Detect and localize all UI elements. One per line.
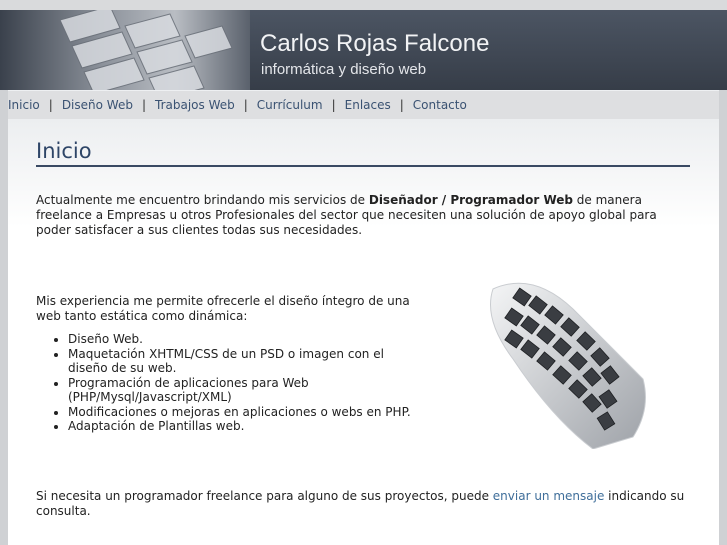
site-subtitle: informática y diseño web bbox=[261, 61, 427, 78]
nav-item-diseno-web[interactable]: Diseño Web bbox=[62, 98, 133, 112]
contact-paragraph: Si necesita un programador freelance par… bbox=[36, 489, 696, 519]
intro-bold-role: Diseñador / Programador Web bbox=[368, 193, 573, 207]
nav-item-contacto[interactable]: Contacto bbox=[413, 98, 467, 112]
nav-separator: | bbox=[331, 98, 336, 112]
nav-item-trabajos-web[interactable]: Trabajos Web bbox=[155, 98, 235, 112]
nav-separator: | bbox=[141, 98, 146, 112]
nav-item-curriculum[interactable]: Currículum bbox=[257, 98, 323, 112]
send-message-link[interactable]: enviar un mensaje bbox=[493, 489, 605, 503]
list-item: Maquetación XHTML/CSS de un PSD o imagen… bbox=[68, 347, 426, 376]
main-nav: Inicio | Diseño Web | Trabajos Web | Currículu… bbox=[8, 90, 719, 120]
list-item: Modificaciones o mejoras en aplicaciones… bbox=[68, 405, 426, 420]
list-item: Programación de aplicaciones para Web (P… bbox=[68, 376, 426, 405]
list-item: Adaptación de Plantillas web. bbox=[68, 419, 426, 434]
nav-separator: | bbox=[48, 98, 53, 112]
site-title: Carlos Rojas Falcone bbox=[260, 30, 490, 57]
intro-text-before: Actualmente me encuentro brindando mis s… bbox=[36, 193, 369, 207]
main-content: Inicio Actualmente me encuentro brindand… bbox=[8, 119, 719, 545]
keyboard-icon bbox=[473, 269, 653, 450]
site-header: Carlos Rojas Falcone informática y diseñ… bbox=[0, 10, 727, 90]
contact-text-before: Si necesita un programador freelance par… bbox=[36, 489, 493, 503]
list-item: Diseño Web. bbox=[68, 332, 426, 347]
nav-item-inicio[interactable]: Inicio bbox=[8, 98, 40, 112]
nav-separator: | bbox=[243, 98, 248, 112]
nav-separator: | bbox=[399, 98, 404, 112]
keyboard-photo-icon bbox=[0, 10, 250, 90]
nav-item-enlaces[interactable]: Enlaces bbox=[345, 98, 391, 112]
top-strip bbox=[0, 0, 727, 10]
services-list: Diseño Web. Maquetación XHTML/CSS de un … bbox=[36, 332, 426, 434]
page-title: Inicio bbox=[36, 139, 690, 167]
intro-paragraph: Actualmente me encuentro brindando mis s… bbox=[36, 193, 692, 238]
experience-paragraph: Mis experiencia me permite ofrecerle el … bbox=[36, 294, 410, 323]
